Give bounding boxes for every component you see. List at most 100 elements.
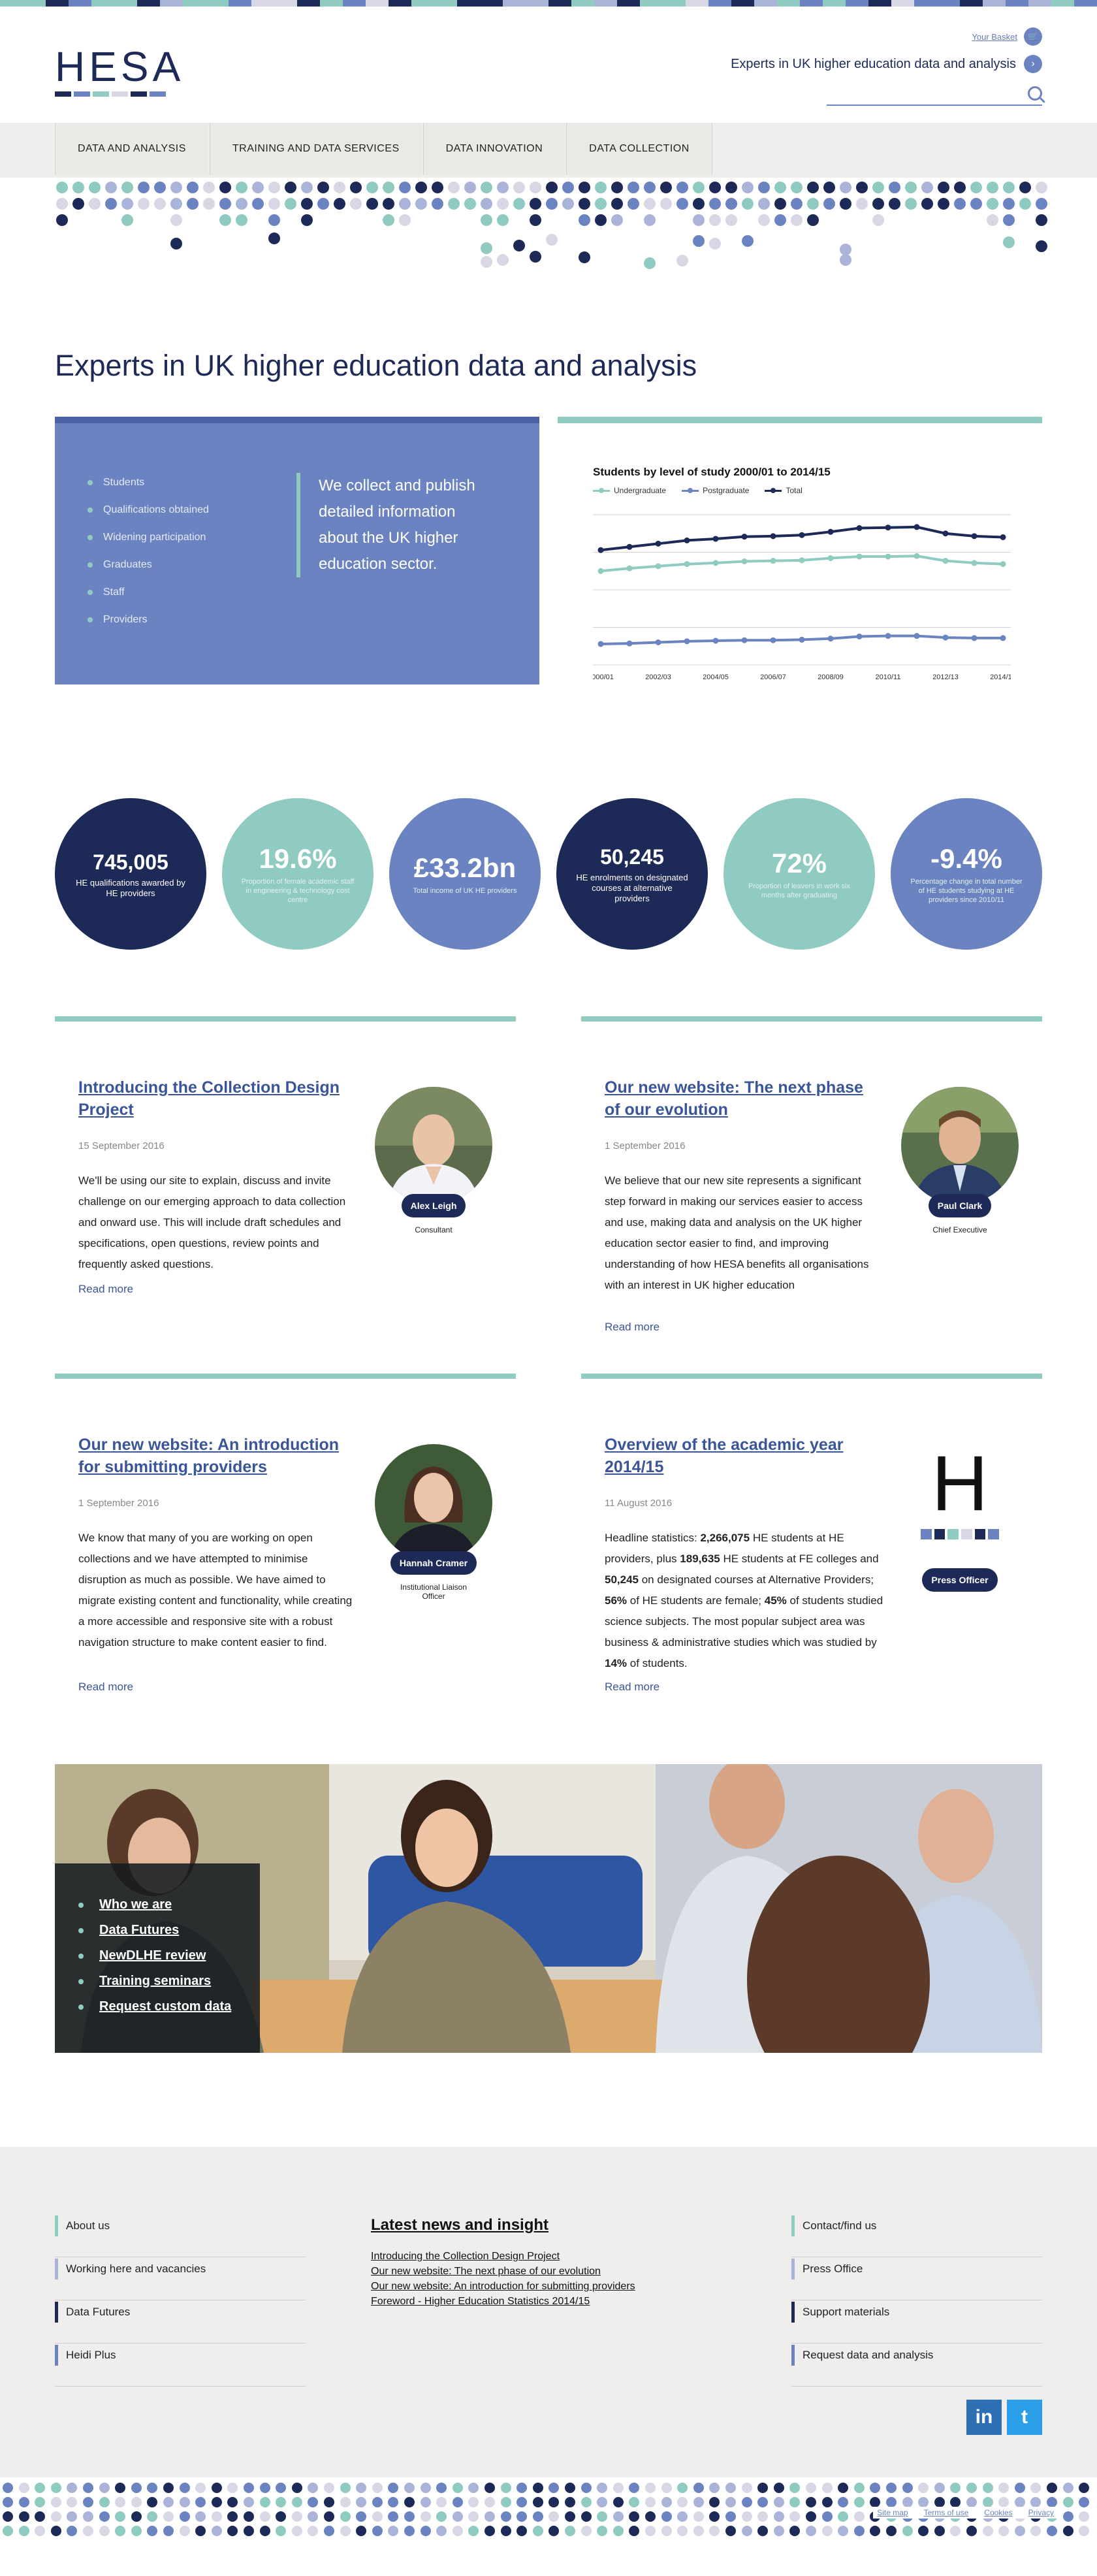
read-more-link[interactable]: Read more xyxy=(605,1681,660,1694)
hero-link-who-we-are[interactable]: Who we are xyxy=(78,1897,260,1912)
search-icon[interactable] xyxy=(1028,86,1042,101)
decorative-dot xyxy=(1079,2511,1090,2522)
decorative-dot xyxy=(252,198,264,210)
decorative-dot xyxy=(388,2511,399,2522)
decorative-dot xyxy=(595,214,607,226)
decorative-dot xyxy=(1014,2526,1025,2536)
nav-item-data-innovation[interactable]: DATA INNOVATION xyxy=(422,123,565,175)
decorative-dot xyxy=(1003,236,1015,248)
basket-link[interactable]: Your Basket 🛒 xyxy=(972,27,1042,46)
decorative-dot xyxy=(902,2483,913,2493)
decorative-dot xyxy=(806,2526,816,2536)
decorative-dot xyxy=(1062,2483,1073,2493)
decorative-dot xyxy=(372,2511,383,2522)
nav-item-data-and-analysis[interactable]: DATA AND ANALYSIS xyxy=(55,123,208,175)
footer-link-heidi-plus[interactable]: Heidi Plus xyxy=(55,2345,116,2366)
x-tick-label: 2004/05 xyxy=(703,673,729,681)
stat-label: HE enrolments on designated courses at a… xyxy=(576,873,688,903)
decorative-dot xyxy=(840,198,851,210)
decorative-dot xyxy=(966,2483,977,2493)
decorative-dot xyxy=(436,2497,447,2507)
data-point xyxy=(971,635,978,641)
decorative-dot xyxy=(1062,2511,1073,2522)
hesa-logo[interactable]: HESA xyxy=(55,46,180,97)
footer-link-contact[interactable]: Contact/find us xyxy=(791,2215,876,2236)
nav-item-data-collection[interactable]: DATA COLLECTION xyxy=(566,123,712,175)
hero-link-request-custom-data[interactable]: Request custom data xyxy=(78,1999,260,2014)
search-input[interactable] xyxy=(827,82,1042,106)
footer-link-support-materials[interactable]: Support materials xyxy=(791,2302,889,2323)
logo-color-bar xyxy=(55,91,166,97)
topic-link-students[interactable]: Students xyxy=(87,477,209,489)
topic-link-staff[interactable]: Staff xyxy=(87,587,209,598)
stat-value: £33.2bn xyxy=(413,852,517,883)
decorative-dot xyxy=(580,2511,592,2522)
decorative-dot xyxy=(970,198,982,210)
topic-link-graduates[interactable]: Graduates xyxy=(87,559,209,571)
legend-swatch xyxy=(593,487,610,493)
decorative-dot xyxy=(918,2526,929,2536)
decorative-dot xyxy=(252,182,264,193)
news-link[interactable]: Our new website: The next phase of our e… xyxy=(371,2264,635,2279)
decorative-dot xyxy=(546,182,558,193)
legal-link-privacy[interactable]: Privacy xyxy=(1028,2508,1054,2517)
nav-item-training-and-data-services[interactable]: TRAINING AND DATA SERVICES xyxy=(209,123,422,175)
decorative-dot xyxy=(693,198,705,210)
article-title[interactable]: Our new website: The next phase of our e… xyxy=(605,1076,879,1121)
decorative-dot xyxy=(285,182,296,193)
topic-link-widening-participation[interactable]: Widening participation xyxy=(87,532,209,543)
legal-link-terms[interactable]: Terms of use xyxy=(924,2508,969,2517)
footer-link-working-here[interactable]: Working here and vacancies xyxy=(55,2259,206,2279)
decorative-dot xyxy=(56,214,68,226)
news-link[interactable]: Introducing the Collection Design Projec… xyxy=(371,2249,635,2264)
hero-link-training-seminars[interactable]: Training seminars xyxy=(78,1974,260,1989)
read-more-link[interactable]: Read more xyxy=(78,1681,133,1694)
decorative-dot xyxy=(399,198,411,210)
decorative-dot xyxy=(757,2526,769,2536)
footer-link-data-futures[interactable]: Data Futures xyxy=(55,2302,130,2323)
decorative-dot xyxy=(838,2483,849,2493)
hero-link-data-futures[interactable]: Data Futures xyxy=(78,1923,260,1938)
decorative-dot xyxy=(548,2526,560,2536)
footer-link-about-us[interactable]: About us xyxy=(55,2215,110,2236)
linkedin-icon[interactable]: in xyxy=(966,2400,1002,2435)
footer-link-press-office[interactable]: Press Office xyxy=(791,2259,863,2279)
news-link[interactable]: Foreword - Higher Education Statistics 2… xyxy=(371,2294,635,2309)
footer-link-request-data[interactable]: Request data and analysis xyxy=(791,2345,933,2366)
legal-link-site-map[interactable]: Site map xyxy=(877,2508,908,2517)
decorative-dot xyxy=(436,2511,447,2522)
decorative-dot xyxy=(83,2511,93,2522)
tagline-link[interactable]: Experts in UK higher education data and … xyxy=(731,55,1042,73)
news-link[interactable]: Our new website: An introduction for sub… xyxy=(371,2279,635,2294)
article-card: Overview of the academic year 2014/15 11… xyxy=(581,1374,1042,1726)
decorative-dot xyxy=(709,182,721,193)
article-title[interactable]: Overview of the academic year 2014/15 xyxy=(605,1434,879,1478)
decorative-dot xyxy=(308,2526,319,2536)
decorative-dot xyxy=(517,2511,528,2522)
article-title[interactable]: Our new website: An introduction for sub… xyxy=(78,1434,353,1478)
decorative-dot xyxy=(773,2526,784,2536)
decorative-dot xyxy=(954,198,966,210)
decorative-dot xyxy=(436,2526,447,2536)
decorative-dot xyxy=(774,182,786,193)
decorative-dot xyxy=(131,2497,142,2507)
article-title[interactable]: Introducing the Collection Design Projec… xyxy=(78,1076,353,1121)
read-more-link[interactable]: Read more xyxy=(78,1283,133,1296)
hero-link-newdlhe-review[interactable]: NewDLHE review xyxy=(78,1948,260,1963)
legal-link-cookies[interactable]: Cookies xyxy=(984,2508,1012,2517)
topic-link-qualifications[interactable]: Qualifications obtained xyxy=(87,504,209,516)
data-point xyxy=(655,639,661,645)
legend-label: Total xyxy=(786,486,803,495)
decorative-dot xyxy=(889,182,900,193)
decorative-dot xyxy=(340,2483,351,2493)
decorative-dot xyxy=(693,2511,704,2522)
read-more-link[interactable]: Read more xyxy=(605,1321,660,1334)
latest-news-title[interactable]: Latest news and insight xyxy=(371,2216,635,2234)
decorative-dot xyxy=(227,2483,238,2493)
decorative-dot xyxy=(774,198,786,210)
decorative-dot xyxy=(791,214,803,226)
decorative-dot xyxy=(562,182,574,193)
twitter-icon[interactable]: t xyxy=(1007,2400,1042,2435)
data-point xyxy=(827,555,834,562)
topic-link-providers[interactable]: Providers xyxy=(87,614,209,626)
